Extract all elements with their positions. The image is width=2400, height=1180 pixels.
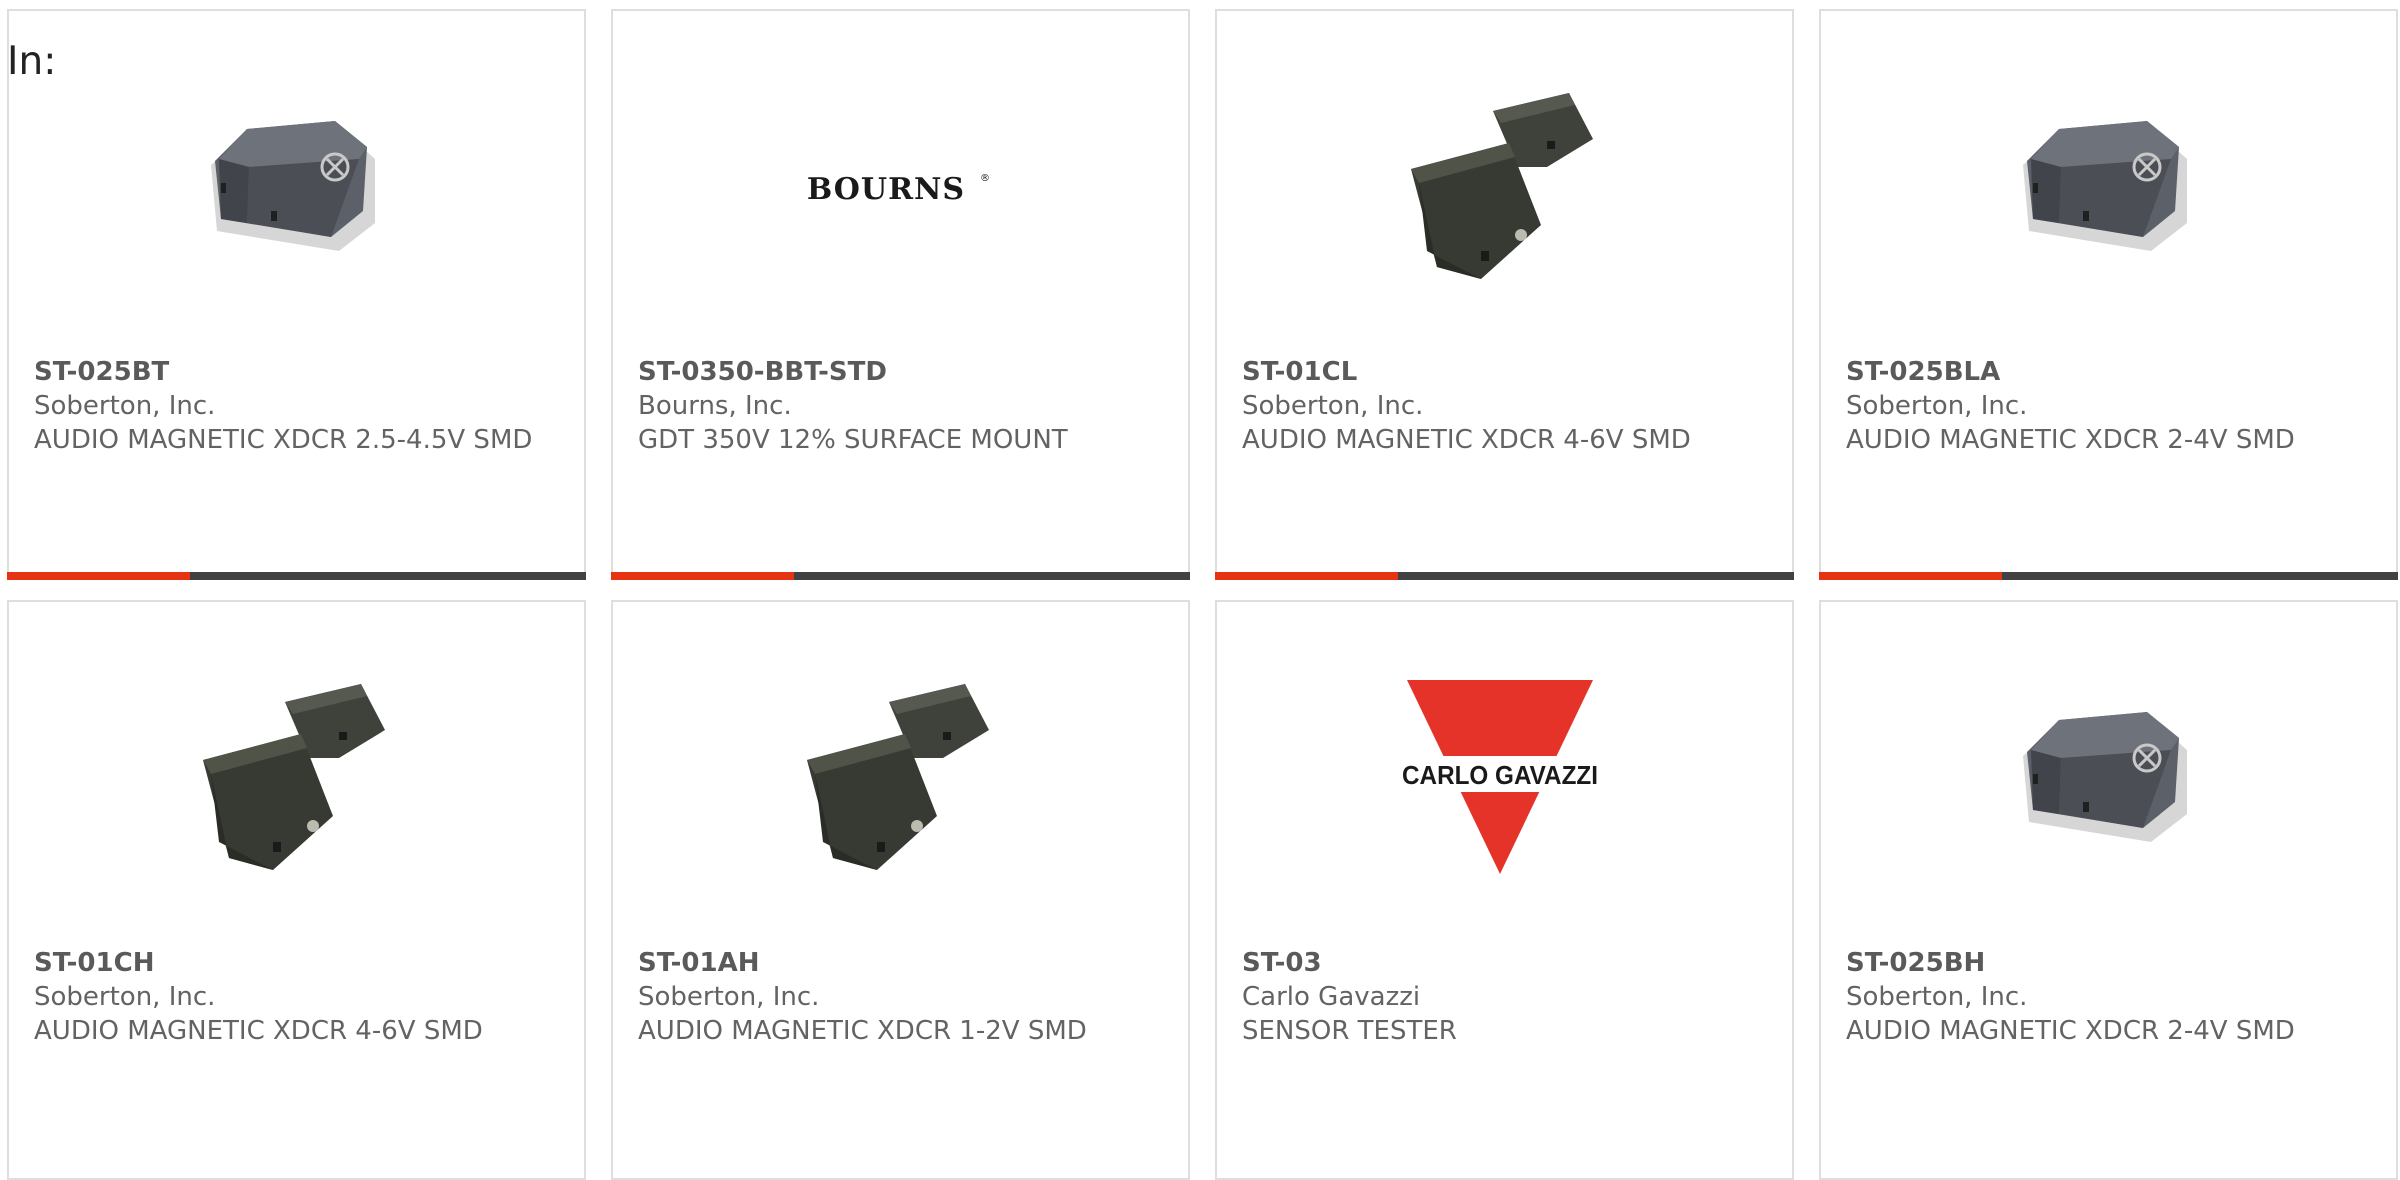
svg-text:®: ® <box>980 173 990 184</box>
bourns-logo: BOURNS ® <box>758 81 1018 287</box>
product-description: AUDIO MAGNETIC XDCR 2-4V SMD <box>1846 425 2295 455</box>
carlo-gavazzi-logo: CARLO GAVAZZI <box>1397 672 1603 878</box>
square-buzzer-icon <box>2001 81 2207 287</box>
product-card[interactable]: ST-025BLA Soberton, Inc. AUDIO MAGNETIC … <box>1819 9 2398 580</box>
product-card[interactable]: CARLO GAVAZZI ST-03 Carlo Gavazzi SENSOR… <box>1215 600 1794 1180</box>
card-accent-bar <box>1819 572 2398 580</box>
product-description: AUDIO MAGNETIC XDCR 2.5-4.5V SMD <box>34 425 533 455</box>
product-description: GDT 350V 12% SURFACE MOUNT <box>638 425 1068 455</box>
manufacturer-name: Soberton, Inc. <box>638 982 820 1012</box>
part-number-link[interactable]: ST-025BT <box>34 355 559 389</box>
product-description: AUDIO MAGNETIC XDCR 1-2V SMD <box>638 1016 1087 1046</box>
part-number-link[interactable]: ST-025BH <box>1846 946 2371 980</box>
part-number-link[interactable]: ST-03 <box>1242 946 1767 980</box>
product-grid: ST-025BT Soberton, Inc. AUDIO MAGNETIC X… <box>7 9 2400 1180</box>
part-number-link[interactable]: ST-0350-BBT-STD <box>638 355 1163 389</box>
product-description: SENSOR TESTER <box>1242 1016 1457 1046</box>
manufacturer-name: Bourns, Inc. <box>638 391 792 421</box>
product-card[interactable]: ST-01CL Soberton, Inc. AUDIO MAGNETIC XD… <box>1215 9 1794 580</box>
card-accent-bar <box>611 572 1190 580</box>
part-number-link[interactable]: ST-01CL <box>1242 355 1767 389</box>
manufacturer-name: Carlo Gavazzi <box>1242 982 1421 1012</box>
filter-in-label: In: <box>7 39 57 84</box>
card-accent-bar <box>7 572 586 580</box>
manufacturer-name: Soberton, Inc. <box>34 982 216 1012</box>
product-description: AUDIO MAGNETIC XDCR 2-4V SMD <box>1846 1016 2295 1046</box>
manufacturer-name: Soberton, Inc. <box>34 391 216 421</box>
manufacturer-name: Soberton, Inc. <box>1846 982 2028 1012</box>
part-number-link[interactable]: ST-01AH <box>638 946 1163 980</box>
manufacturer-name: Soberton, Inc. <box>1846 391 2028 421</box>
product-card[interactable]: ST-01CH Soberton, Inc. AUDIO MAGNETIC XD… <box>7 600 586 1180</box>
twin-buzzer-icon <box>189 672 395 878</box>
twin-buzzer-icon <box>793 672 999 878</box>
product-description: AUDIO MAGNETIC XDCR 4-6V SMD <box>34 1016 483 1046</box>
product-description: AUDIO MAGNETIC XDCR 4-6V SMD <box>1242 425 1691 455</box>
carlo-gavazzi-logo-text: CARLO GAVAZZI <box>1402 760 1598 790</box>
twin-buzzer-icon <box>1397 81 1603 287</box>
square-buzzer-icon <box>2001 672 2207 878</box>
part-number-link[interactable]: ST-025BLA <box>1846 355 2371 389</box>
product-card[interactable]: BOURNS ® ST-0350-BBT-STD Bourns, Inc. GD… <box>611 9 1190 580</box>
product-card[interactable]: ST-025BT Soberton, Inc. AUDIO MAGNETIC X… <box>7 9 586 580</box>
manufacturer-name: Soberton, Inc. <box>1242 391 1424 421</box>
product-card[interactable]: ST-01AH Soberton, Inc. AUDIO MAGNETIC XD… <box>611 600 1190 1180</box>
square-buzzer-icon <box>189 81 395 287</box>
part-number-link[interactable]: ST-01CH <box>34 946 559 980</box>
card-accent-bar <box>1215 572 1794 580</box>
bourns-logo-text: BOURNS <box>807 172 965 207</box>
product-card[interactable]: ST-025BH Soberton, Inc. AUDIO MAGNETIC X… <box>1819 600 2398 1180</box>
